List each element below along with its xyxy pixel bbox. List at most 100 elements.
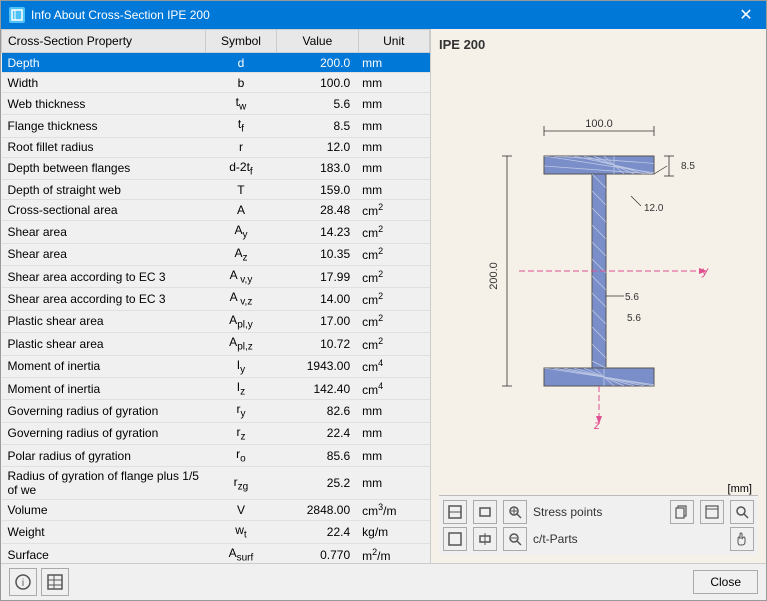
close-button[interactable]: Close: [693, 570, 758, 594]
cell-symbol: Ay: [205, 221, 276, 243]
cell-unit: cm2: [358, 310, 429, 332]
cell-property: Moment of inertia: [2, 355, 206, 377]
cell-property: Depth of straight web: [2, 180, 206, 200]
table-row[interactable]: Governing radius of gyrationry82.6mm: [2, 400, 430, 422]
cell-value: 25.2: [277, 467, 359, 500]
cell-symbol: Iz: [205, 377, 276, 399]
close-window-button[interactable]: ✕: [734, 3, 758, 27]
zoom-icon-btn-1[interactable]: [503, 500, 527, 524]
table-row[interactable]: Shear areaAz10.35cm2: [2, 243, 430, 265]
svg-text:i: i: [22, 578, 24, 589]
cell-property: Plastic shear area: [2, 310, 206, 332]
cell-unit: mm: [358, 137, 429, 157]
cell-symbol: Asurf: [205, 543, 276, 563]
table-row[interactable]: SurfaceAsurf0.770m2/m: [2, 543, 430, 563]
table-row[interactable]: Plastic shear areaApl,y17.00cm2: [2, 310, 430, 332]
hand-icon-btn[interactable]: [730, 527, 754, 551]
cell-property: Polar radius of gyration: [2, 445, 206, 467]
bottom-icons: i: [9, 568, 69, 596]
cell-value: 183.0: [277, 157, 359, 179]
cell-property: Shear area according to EC 3: [2, 265, 206, 287]
cell-unit: m2/m: [358, 543, 429, 563]
table-row[interactable]: Moment of inertiaIz142.40cm4: [2, 377, 430, 399]
table-row[interactable]: Root fillet radiusr12.0mm: [2, 137, 430, 157]
table-row[interactable]: VolumeV2848.00cm3/m: [2, 500, 430, 521]
left-panel: Cross-Section Property Symbol Value Unit…: [1, 29, 431, 563]
cell-unit: mm: [358, 180, 429, 200]
table-row[interactable]: Governing radius of gyrationrz22.4mm: [2, 422, 430, 444]
cell-unit: mm: [358, 73, 429, 93]
cell-unit: cm2: [358, 200, 429, 221]
cell-symbol: r: [205, 137, 276, 157]
cell-value: 5.6: [277, 93, 359, 115]
title-bar: Info About Cross-Section IPE 200 ✕: [1, 1, 766, 29]
cell-property: Cross-sectional area: [2, 200, 206, 221]
table-row[interactable]: Flange thicknesstf8.5mm: [2, 115, 430, 137]
cell-unit: kg/m: [358, 521, 429, 543]
cell-property: Depth: [2, 53, 206, 73]
table-row[interactable]: Web thicknesstw5.6mm: [2, 93, 430, 115]
cell-symbol: b: [205, 73, 276, 93]
window-icon-btn[interactable]: [700, 500, 724, 524]
table-icon-btn[interactable]: [41, 568, 69, 596]
ct-parts-label: c/t-Parts: [533, 532, 578, 546]
window-icon: [9, 7, 25, 23]
svg-text:12.0: 12.0: [644, 203, 664, 214]
cell-unit: mm: [358, 445, 429, 467]
col-header-value: Value: [277, 30, 359, 53]
table-row[interactable]: Shear area according to EC 3A v,z14.00cm…: [2, 288, 430, 310]
search-icon-btn[interactable]: [730, 500, 754, 524]
cell-unit: cm2: [358, 221, 429, 243]
cell-property: Radius of gyration of flange plus 1/5 of…: [2, 467, 206, 500]
mm-label: [mm]: [439, 481, 758, 495]
rect-icon-btn-2[interactable]: [473, 527, 497, 551]
cell-symbol: ry: [205, 400, 276, 422]
table-row[interactable]: Depth of straight webT159.0mm: [2, 180, 430, 200]
cell-unit: mm: [358, 115, 429, 137]
col-header-symbol: Symbol: [205, 30, 276, 53]
ipe-diagram: 100.0 200.0 8.5 12.0: [459, 91, 739, 451]
table-row[interactable]: Moment of inertiaIy1943.00cm4: [2, 355, 430, 377]
cell-property: Plastic shear area: [2, 333, 206, 355]
frame-icon-btn-1[interactable]: [443, 500, 467, 524]
cell-unit: cm2: [358, 333, 429, 355]
table-container[interactable]: Cross-Section Property Symbol Value Unit…: [1, 29, 430, 563]
cell-property: Root fillet radius: [2, 137, 206, 157]
rect-icon-btn-1[interactable]: [473, 500, 497, 524]
cell-value: 82.6: [277, 400, 359, 422]
cell-property: Volume: [2, 500, 206, 521]
info-icon-btn[interactable]: i: [9, 568, 37, 596]
svg-text:5.6: 5.6: [627, 313, 641, 324]
cell-unit: cm3/m: [358, 500, 429, 521]
content-area: Cross-Section Property Symbol Value Unit…: [1, 29, 766, 563]
cell-property: Shear area: [2, 221, 206, 243]
table-row[interactable]: Plastic shear areaApl,z10.72cm2: [2, 333, 430, 355]
frame-icon-btn-2[interactable]: [443, 527, 467, 551]
col-header-unit: Unit: [358, 30, 429, 53]
table-row[interactable]: Weightwt22.4kg/m: [2, 521, 430, 543]
cell-symbol: A v,z: [205, 288, 276, 310]
table-row[interactable]: Polar radius of gyrationro85.6mm: [2, 445, 430, 467]
zoom-icon-btn-2[interactable]: [503, 527, 527, 551]
table-row[interactable]: Radius of gyration of flange plus 1/5 of…: [2, 467, 430, 500]
bottom-bar: i Close: [1, 563, 766, 600]
copy-icon-btn[interactable]: [670, 500, 694, 524]
cell-property: Governing radius of gyration: [2, 422, 206, 444]
cell-unit: cm2: [358, 288, 429, 310]
table-row[interactable]: Depth between flangesd-2tf183.0mm: [2, 157, 430, 179]
main-window: Info About Cross-Section IPE 200 ✕ Cross…: [0, 0, 767, 601]
section-title: IPE 200: [439, 37, 758, 52]
right-panel: IPE 200 100.0: [431, 29, 766, 563]
table-row[interactable]: Shear areaAy14.23cm2: [2, 221, 430, 243]
title-text: Info About Cross-Section IPE 200: [31, 8, 210, 22]
cell-value: 22.4: [277, 521, 359, 543]
cell-value: 1943.00: [277, 355, 359, 377]
table-row[interactable]: Cross-sectional areaA28.48cm2: [2, 200, 430, 221]
table-row[interactable]: Depthd200.0mm: [2, 53, 430, 73]
cell-property: Moment of inertia: [2, 377, 206, 399]
table-row[interactable]: Shear area according to EC 3A v,y17.99cm…: [2, 265, 430, 287]
toolbar-row-2: c/t-Parts: [443, 527, 754, 551]
cell-property: Weight: [2, 521, 206, 543]
cell-unit: cm4: [358, 377, 429, 399]
table-row[interactable]: Widthb100.0mm: [2, 73, 430, 93]
